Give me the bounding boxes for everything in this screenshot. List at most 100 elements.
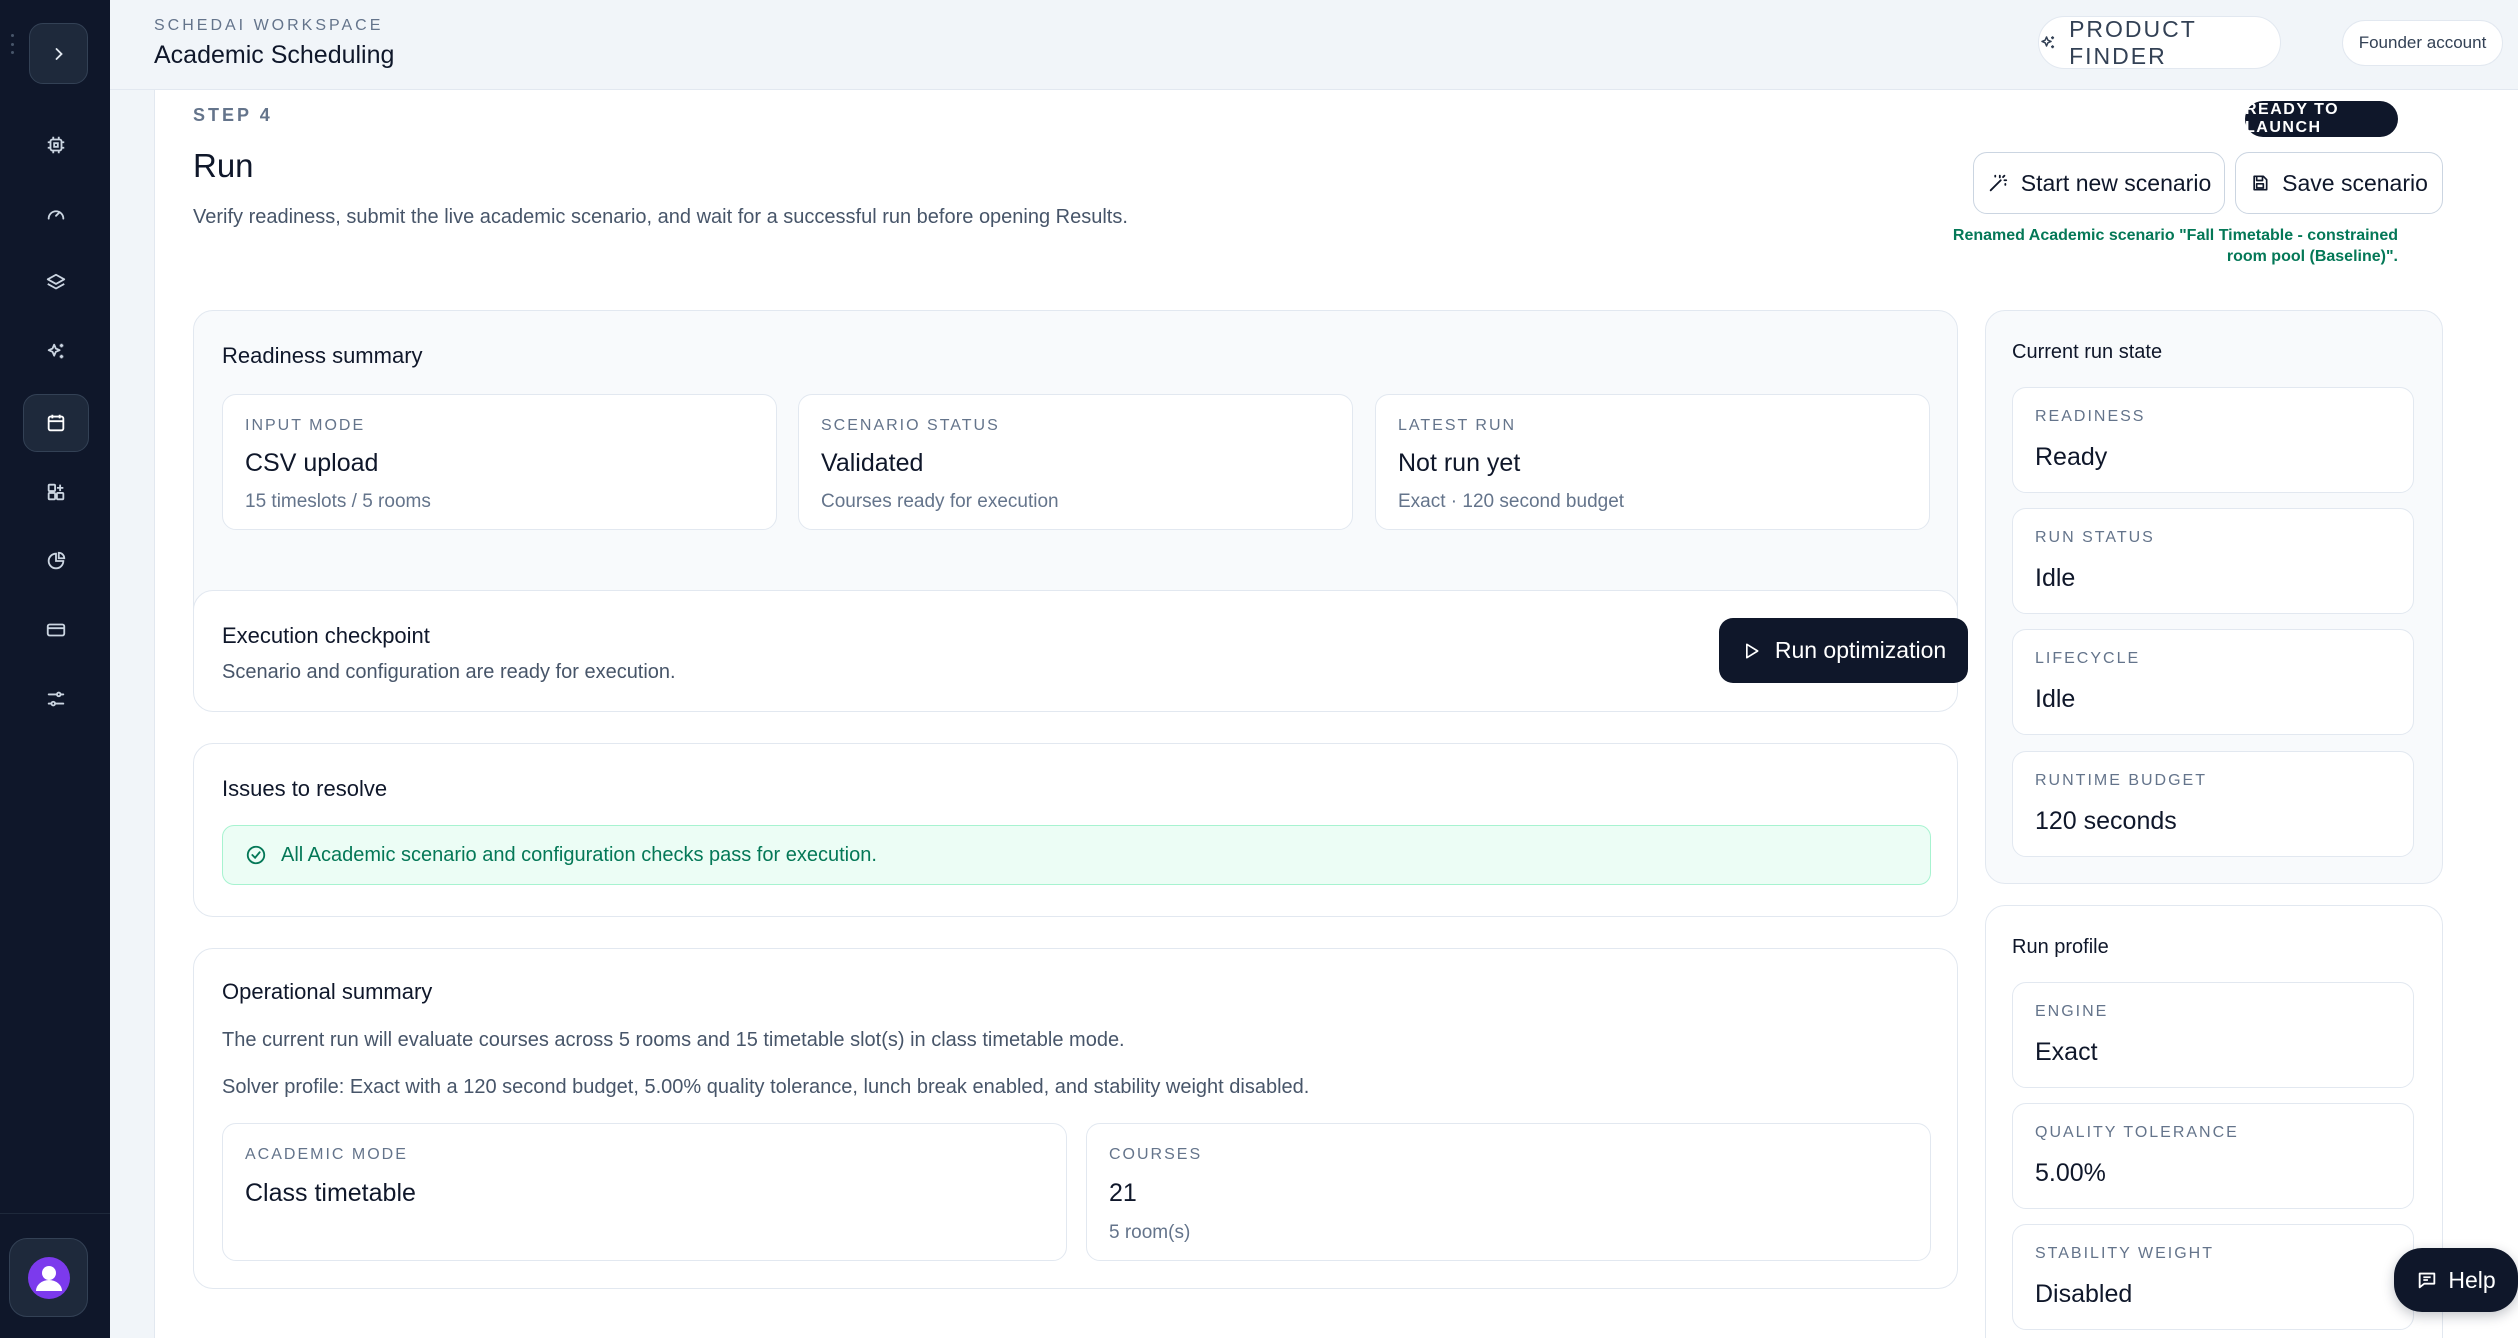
- main-panel: STEP 4 Run Verify readiness, submit the …: [154, 90, 2518, 1338]
- save-scenario-button[interactable]: Save scenario: [2235, 152, 2443, 214]
- execution-checkpoint-card: Execution checkpoint Scenario and config…: [193, 590, 1968, 712]
- drag-handle[interactable]: [11, 34, 14, 54]
- user-avatar-button[interactable]: [9, 1238, 88, 1317]
- tile-label: RUNTIME BUDGET: [2035, 772, 2207, 789]
- current-run-state-card: Current run state READINESS Ready RUN ST…: [1985, 310, 2443, 884]
- operational-summary-card: Operational summary The current run will…: [193, 948, 1958, 1289]
- chevron-right-icon: [55, 47, 63, 60]
- credit-card-icon: [46, 623, 66, 637]
- sidebar-item-layers[interactable]: [23, 254, 89, 312]
- app-title: Academic Scheduling: [154, 41, 395, 69]
- tile-sub: 5 room(s): [1109, 1222, 1191, 1243]
- chat-icon: [2419, 1272, 2436, 1289]
- tile-value: Class timetable: [245, 1179, 416, 1207]
- save-icon: [2253, 175, 2268, 191]
- state-readiness: READINESS Ready: [2012, 387, 2414, 493]
- tile-value: 21: [1109, 1179, 1137, 1207]
- tile-label: LATEST RUN: [1398, 417, 1517, 434]
- state-runtime-budget: RUNTIME BUDGET 120 seconds: [2012, 751, 2414, 857]
- sidebar-divider: [0, 1213, 110, 1214]
- help-button[interactable]: Help: [2394, 1248, 2518, 1312]
- tile-label: COURSES: [1109, 1146, 1203, 1163]
- tile-value: Idle: [2035, 564, 2076, 592]
- rename-notice: Renamed Academic scenario "Fall Timetabl…: [1952, 227, 2398, 265]
- tile-sub: Exact · 120 second budget: [1398, 491, 1625, 512]
- top-bar: SCHEDAI WORKSPACE Academic Scheduling PR…: [110, 0, 2518, 90]
- sidebar-item-insights[interactable]: [23, 532, 89, 590]
- tile-label: STABILITY WEIGHT: [2035, 1245, 2214, 1262]
- sidebar: [0, 0, 110, 1338]
- issues-message-text: All Academic scenario and configuration …: [281, 843, 877, 866]
- readiness-summary-title: Readiness summary: [222, 343, 423, 368]
- profile-engine: ENGINE Exact: [2012, 982, 2414, 1088]
- tile-value: Idle: [2035, 685, 2076, 713]
- start-new-scenario-button[interactable]: Start new scenario: [1973, 152, 2225, 214]
- layers-icon: [46, 273, 66, 290]
- tile-courses: COURSES 21 5 room(s): [1086, 1123, 1931, 1261]
- profile-stability-weight: STABILITY WEIGHT Disabled: [2012, 1224, 2414, 1330]
- account-button[interactable]: Founder account: [2342, 20, 2503, 66]
- sidebar-item-modules[interactable]: [23, 463, 89, 521]
- page-description: Verify readiness, submit the live academ…: [193, 206, 1128, 228]
- state-run-status: RUN STATUS Idle: [2012, 508, 2414, 614]
- tile-value: Exact: [2035, 1038, 2098, 1066]
- play-icon: [1745, 643, 1759, 658]
- start-new-scenario-label: Start new scenario: [2020, 169, 2212, 196]
- save-scenario-label: Save scenario: [2282, 169, 2428, 196]
- status-badge: READY TO LAUNCH: [2245, 101, 2398, 137]
- tile-sub: 15 timeslots / 5 rooms: [245, 491, 431, 512]
- tile-value: CSV upload: [245, 449, 379, 477]
- workspace-eyebrow: SCHEDAI WORKSPACE: [154, 17, 384, 34]
- run-profile-card: Run profile ENGINE Exact QUALITY TOLERAN…: [1985, 905, 2443, 1338]
- page-title: Run: [193, 147, 254, 184]
- tile-label: LIFECYCLE: [2035, 650, 2141, 667]
- sidebar-item-performance[interactable]: [23, 185, 89, 243]
- tile-label: ACADEMIC MODE: [245, 1146, 408, 1163]
- current-run-state-title: Current run state: [2012, 341, 2163, 363]
- magic-wand-icon: [1989, 174, 2007, 192]
- sidebar-item-settings[interactable]: [23, 670, 89, 728]
- issues-title: Issues to resolve: [222, 776, 388, 801]
- tile-value: 5.00%: [2035, 1159, 2106, 1187]
- check-circle-icon: [246, 845, 266, 865]
- help-label: Help: [2448, 1266, 2496, 1293]
- sidebar-item-dashboard[interactable]: [23, 116, 89, 174]
- execution-checkpoint-text: Scenario and configuration are ready for…: [222, 661, 676, 683]
- sidebar-toggle-button[interactable]: [29, 23, 88, 84]
- tile-value: Disabled: [2035, 1280, 2133, 1308]
- sliders-icon: [47, 691, 65, 707]
- run-optimization-label: Run optimization: [1774, 637, 1947, 663]
- profile-quality-tolerance: QUALITY TOLERANCE 5.00%: [2012, 1103, 2414, 1209]
- tile-scenario-status: SCENARIO STATUS Validated Courses ready …: [798, 394, 1353, 530]
- operational-line-1: The current run will evaluate courses ac…: [222, 1029, 1125, 1051]
- chip-icon: [47, 136, 65, 154]
- tile-academic-mode: ACADEMIC MODE Class timetable: [222, 1123, 1067, 1261]
- operational-summary-title: Operational summary: [222, 979, 433, 1004]
- tile-label: QUALITY TOLERANCE: [2035, 1124, 2239, 1141]
- run-profile-title: Run profile: [2012, 936, 2109, 958]
- tile-label: ENGINE: [2035, 1003, 2109, 1020]
- tile-value: Not run yet: [1398, 449, 1521, 477]
- tile-sub: Courses ready for execution: [821, 491, 1059, 512]
- tile-latest-run: LATEST RUN Not run yet Exact · 120 secon…: [1375, 394, 1930, 530]
- sidebar-item-academic-scheduling[interactable]: [23, 394, 89, 452]
- chart-pie-icon: [47, 551, 66, 570]
- gauge-icon: [47, 210, 65, 220]
- issues-card: Issues to resolve All Academic scenario …: [193, 743, 1958, 917]
- execution-checkpoint-title: Execution checkpoint: [222, 623, 430, 648]
- run-optimization-button[interactable]: Run optimization: [1719, 618, 1968, 683]
- state-lifecycle: LIFECYCLE Idle: [2012, 629, 2414, 735]
- tile-value: 120 seconds: [2035, 807, 2177, 835]
- sidebar-item-ai[interactable]: [23, 323, 89, 381]
- calendar-icon: [47, 414, 65, 432]
- sidebar-item-billing[interactable]: [23, 601, 89, 659]
- avatar-icon: [27, 1256, 70, 1299]
- tile-label: READINESS: [2035, 408, 2146, 425]
- sparkles-icon: [47, 343, 64, 359]
- product-finder-button[interactable]: PRODUCT FINDER: [2038, 16, 2281, 69]
- tile-value: Validated: [821, 449, 924, 477]
- tile-label: INPUT MODE: [245, 417, 366, 434]
- product-finder-label: PRODUCT FINDER: [2069, 15, 2197, 69]
- grid-plus-icon: [47, 483, 65, 501]
- step-label: STEP 4: [193, 105, 273, 125]
